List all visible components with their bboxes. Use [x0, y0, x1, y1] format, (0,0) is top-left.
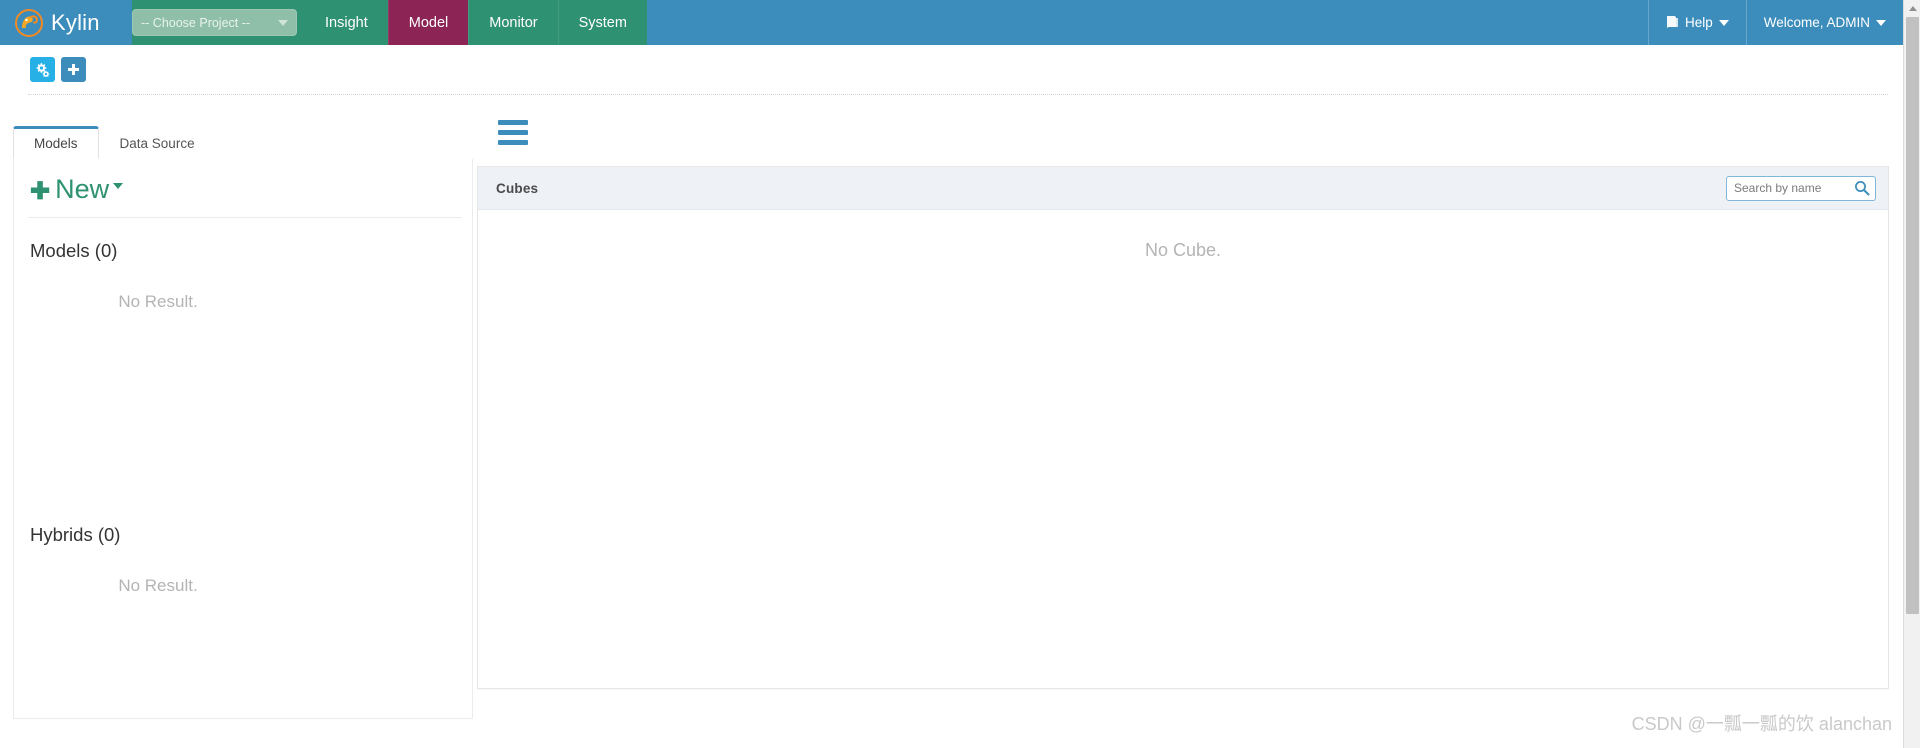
page-root: Kylin -- Choose Project -- Insight Model…: [0, 0, 1920, 748]
cube-search-input[interactable]: [1726, 175, 1876, 201]
tab-data-source[interactable]: Data Source: [99, 126, 216, 159]
project-select[interactable]: -- Choose Project --: [132, 9, 297, 36]
cubes-panel-title: Cubes: [496, 180, 539, 196]
new-button[interactable]: ✚ New: [30, 174, 124, 205]
project-select-wrapper: -- Choose Project --: [132, 0, 305, 45]
plus-icon: [67, 63, 80, 76]
page-scrollbar[interactable]: [1903, 0, 1920, 748]
hybrids-empty-text: No Result.: [118, 576, 198, 595]
help-label: Help: [1684, 15, 1713, 30]
hybrids-section-title: Hybrids (0): [30, 524, 121, 545]
nav-item-insight[interactable]: Insight: [305, 0, 388, 45]
new-button-label: New: [55, 174, 110, 204]
cogs-icon: [35, 62, 50, 77]
book-icon: [1666, 15, 1679, 31]
brand-title: Kylin: [51, 10, 100, 35]
caret-down-icon: [1718, 19, 1729, 26]
navbar-spacer: [646, 0, 1648, 45]
nav-item-system[interactable]: System: [557, 0, 647, 45]
hamburger-bar: [498, 140, 528, 145]
hamburger-bar: [498, 130, 528, 135]
project-toolbar: [0, 45, 1903, 94]
models-list-spacer: [14, 312, 472, 502]
scroll-up-button[interactable]: [1904, 0, 1920, 17]
hamburger-bar: [498, 120, 528, 125]
plus-icon: ✚: [30, 178, 51, 205]
caret-down-icon: [1876, 19, 1886, 26]
user-menu[interactable]: Welcome, ADMIN: [1745, 0, 1903, 45]
help-menu[interactable]: Help: [1647, 0, 1746, 45]
hamburger-icon[interactable]: [477, 120, 528, 161]
brand[interactable]: Kylin: [0, 0, 132, 45]
add-project-button[interactable]: [61, 57, 86, 82]
nav-menu: Insight Model Monitor System: [305, 0, 647, 45]
tab-models[interactable]: Models: [13, 126, 99, 159]
nav-item-model[interactable]: Model: [387, 0, 469, 45]
cubes-panel: Cubes No Cube.: [477, 166, 1889, 689]
models-empty-text: No Result.: [118, 292, 198, 311]
nav-item-monitor[interactable]: Monitor: [468, 0, 557, 45]
kylin-parrot-logo-icon: [14, 8, 44, 38]
models-section-title: Models (0): [30, 240, 118, 261]
manage-projects-button[interactable]: [30, 57, 55, 82]
cubes-empty-text: No Cube.: [1144, 240, 1222, 260]
project-select-value: -- Choose Project --: [141, 15, 251, 30]
new-button-row: ✚ New: [14, 159, 472, 217]
cubes-panel-body: No Cube.: [478, 210, 1888, 688]
watermark: CSDN @一瓢一瓢的饮 alanchan: [1631, 714, 1892, 734]
triangle-up-icon: [1908, 6, 1917, 11]
caret-down-icon: [113, 182, 124, 189]
user-label: Welcome, ADMIN: [1763, 15, 1870, 30]
models-panel: ✚ New Models (0) No Result. Hybrids (0) …: [13, 159, 473, 719]
cube-search-wrapper: [1726, 175, 1876, 201]
cubes-column: Cubes No Cube.: [477, 120, 1889, 689]
caret-down-icon: [278, 19, 288, 26]
nav-green-region: -- Choose Project -- Insight Model Monit…: [132, 0, 647, 45]
content-tabs: Models Data Source: [13, 126, 473, 159]
scrollbar-thumb[interactable]: [1906, 17, 1919, 614]
cubes-panel-header: Cubes: [478, 167, 1888, 210]
navbar-right: Help Welcome, ADMIN: [1647, 0, 1903, 45]
top-navbar: Kylin -- Choose Project -- Insight Model…: [0, 0, 1903, 45]
toolbar-divider: [28, 94, 1888, 95]
